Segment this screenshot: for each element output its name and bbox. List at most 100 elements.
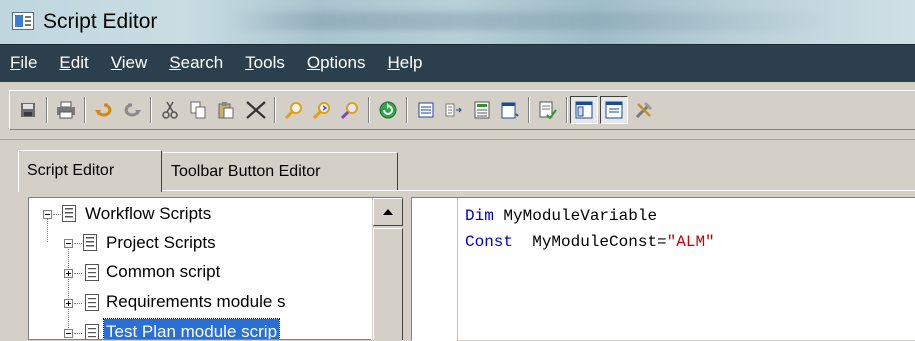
tree-item-label: Project Scripts — [106, 233, 216, 252]
tree-guide-line — [74, 333, 82, 334]
print-icon — [57, 101, 75, 119]
tools-icon — [635, 102, 652, 119]
refresh-button[interactable] — [374, 96, 402, 124]
toggle-tree-icon — [575, 101, 593, 119]
page-button[interactable] — [496, 96, 524, 124]
save-icon — [21, 103, 35, 117]
paste-button[interactable] — [212, 96, 240, 124]
toolbar-area — [0, 82, 915, 140]
collapse-toggle[interactable] — [64, 239, 73, 248]
scroll-up-arrow-icon — [383, 209, 393, 215]
tree-guide-line — [47, 218, 48, 242]
find-icon — [284, 102, 302, 120]
tools-button[interactable] — [630, 96, 658, 124]
document-icon — [474, 101, 490, 119]
code-editor[interactable]: Dim MyModuleVariable Const MyModuleConst… — [411, 197, 915, 341]
list-alt-icon — [445, 103, 462, 117]
tree-item-label: Common script — [106, 262, 221, 281]
redo-button[interactable] — [118, 96, 146, 124]
toolbar-separator — [406, 97, 408, 123]
collapse-toggle[interactable] — [43, 210, 52, 219]
scripts-folder-icon — [83, 234, 97, 251]
tab-script-editor[interactable]: Script Editor — [18, 150, 162, 192]
tree-item-label: Requirements module s — [106, 292, 286, 311]
toggle-tree-button[interactable] — [570, 96, 598, 124]
toggle-output-button[interactable] — [600, 96, 628, 124]
tree-scrollbar[interactable] — [371, 198, 403, 340]
replace-icon — [340, 102, 358, 120]
toolbar-separator — [368, 97, 370, 123]
expand-toggle[interactable] — [64, 299, 73, 308]
list-icon — [418, 102, 434, 118]
title-bar[interactable]: Script Editor — [0, 0, 915, 44]
menu-file[interactable]: File — [0, 45, 48, 83]
save-button[interactable] — [14, 96, 42, 124]
scripts-folder-icon — [62, 205, 76, 222]
print-button[interactable] — [52, 96, 80, 124]
cut-button[interactable] — [156, 96, 184, 124]
blurred-background-title — [230, 12, 830, 30]
find-button[interactable] — [280, 96, 308, 124]
document-button[interactable] — [468, 96, 496, 124]
app-icon — [12, 12, 34, 30]
scroll-thumb[interactable] — [373, 228, 403, 340]
copy-icon — [190, 101, 206, 119]
toggle-output-icon — [605, 101, 623, 119]
toolbar-separator — [46, 97, 48, 123]
expand-toggle[interactable] — [64, 269, 73, 278]
undo-icon — [95, 103, 112, 117]
script-file-icon — [85, 294, 99, 311]
menu-edit[interactable]: Edit — [48, 45, 99, 83]
script-file-icon — [85, 324, 99, 339]
window-title: Script Editor — [43, 10, 158, 33]
menu-options[interactable]: Options — [296, 45, 377, 83]
undo-button[interactable] — [90, 96, 118, 124]
collapse-toggle[interactable] — [64, 329, 73, 338]
toolbar — [9, 90, 915, 130]
editor-gutter — [412, 198, 458, 341]
scroll-up-button[interactable] — [373, 198, 403, 226]
toolbar-separator — [150, 97, 152, 123]
syntax-check-button[interactable] — [534, 96, 562, 124]
tree-item-label: Workflow Scripts — [85, 204, 212, 223]
code-string: "ALM" — [666, 233, 715, 251]
menu-view[interactable]: View — [100, 45, 159, 83]
panel-splitter[interactable] — [403, 195, 411, 340]
menu-tools[interactable]: Tools — [234, 45, 296, 83]
replace-button[interactable] — [336, 96, 364, 124]
find-next-icon — [312, 102, 330, 120]
menu-help[interactable]: Help — [376, 45, 433, 83]
code-text: MyModuleConst= — [513, 233, 667, 251]
toolbar-separator — [274, 97, 276, 123]
menu-search[interactable]: Search — [158, 45, 234, 83]
refresh-icon — [379, 101, 397, 119]
code-keyword: Dim — [465, 207, 494, 225]
toolbar-separator — [566, 97, 568, 123]
tree-item-label: Test Plan module scrip — [102, 318, 281, 339]
page-icon — [501, 102, 519, 119]
list-button[interactable] — [412, 96, 440, 124]
script-tree: Workflow Scripts Project Scripts Common … — [28, 197, 403, 340]
delete-icon — [246, 101, 266, 119]
copy-button[interactable] — [184, 96, 212, 124]
redo-icon — [124, 103, 141, 117]
find-next-button[interactable] — [308, 96, 336, 124]
toolbar-separator — [528, 97, 530, 123]
tree-guide-line — [53, 214, 61, 215]
script-file-icon — [85, 264, 99, 281]
code-keyword: Const — [465, 233, 514, 251]
code-text: MyModuleVariable — [493, 207, 658, 225]
paste-icon — [218, 102, 234, 119]
code-line: Const MyModuleConst="ALM" — [465, 229, 715, 255]
code-area[interactable]: Dim MyModuleVariable Const MyModuleConst… — [465, 203, 715, 255]
syntax-check-icon — [539, 101, 557, 119]
tab-strip: Script Editor Toolbar Button Editor — [0, 140, 915, 192]
delete-button[interactable] — [242, 96, 270, 124]
tree-guide-line — [74, 243, 82, 244]
code-line: Dim MyModuleVariable — [465, 203, 715, 229]
cut-icon — [162, 101, 178, 119]
tree-guide-line — [68, 244, 69, 339]
tab-toolbar-button-editor[interactable]: Toolbar Button Editor — [163, 152, 398, 190]
list-alt-button[interactable] — [440, 96, 468, 124]
menu-bar: File Edit View Search Tools Options Help — [0, 44, 915, 82]
